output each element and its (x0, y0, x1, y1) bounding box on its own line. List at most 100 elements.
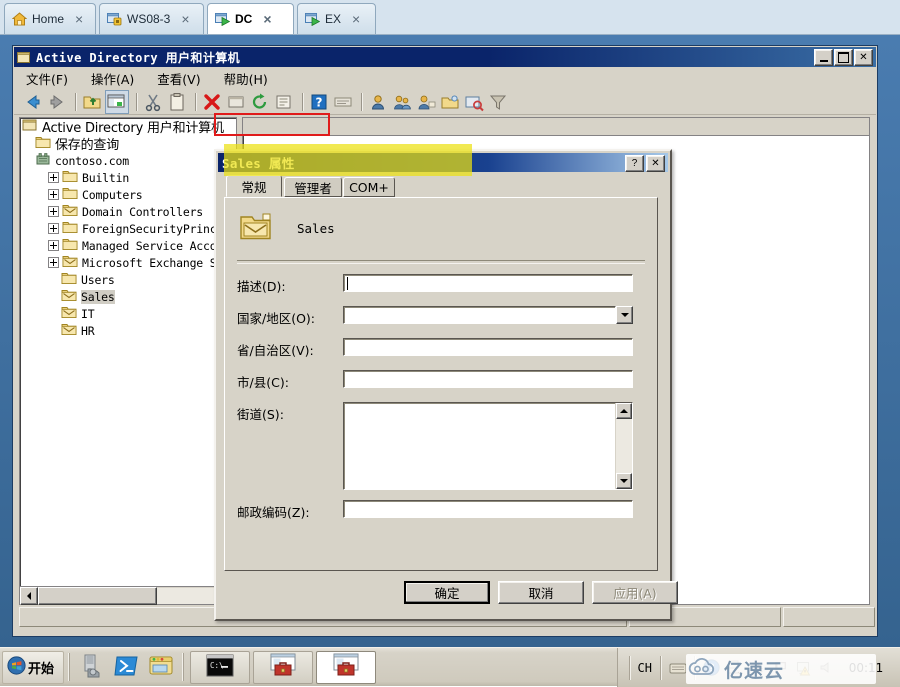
scroll-down-button[interactable] (616, 473, 632, 489)
tree-item-contoso-com[interactable]: contoso.com (20, 152, 236, 169)
window-icon[interactable] (332, 91, 354, 113)
description-input[interactable] (343, 274, 633, 292)
ime-indicator[interactable]: CH (638, 661, 652, 675)
close-icon[interactable]: × (349, 12, 363, 26)
tree-item-sales[interactable]: Sales (20, 288, 236, 305)
taskband-grip[interactable] (182, 653, 186, 681)
taskbtn-mmc-1[interactable] (253, 650, 313, 684)
ou-icon (61, 305, 77, 322)
tree-item-label: Microsoft Exchange Se (82, 255, 224, 270)
paste-icon[interactable] (166, 91, 188, 113)
quicklaunch-server-manager[interactable] (76, 651, 110, 684)
tree-item-active-directory[interactable]: Active Directory 用户和计算机 (20, 118, 236, 136)
help-button[interactable]: ? (625, 155, 644, 172)
tree-item-label: HR (81, 323, 95, 338)
browser-tab-ex[interactable]: EX × (297, 3, 376, 34)
help-icon[interactable]: ? (308, 91, 330, 113)
scroll-thumb[interactable] (38, 586, 157, 605)
province-input[interactable] (343, 338, 633, 356)
expand-toggle-icon[interactable] (48, 172, 59, 183)
street-textarea-content[interactable] (344, 403, 615, 489)
maximize-button[interactable] (834, 49, 853, 66)
scroll-up-button[interactable] (616, 403, 632, 419)
folder-icon (62, 220, 78, 237)
tree-item-builtin[interactable]: Builtin (20, 169, 236, 186)
forward-arrow-icon[interactable] (46, 91, 68, 113)
expand-toggle-icon[interactable] (48, 189, 59, 200)
quicklaunch-powershell[interactable] (110, 651, 144, 684)
dialog-window-buttons: ? ✕ (625, 155, 665, 172)
tree-item-managed-service-accou[interactable]: Managed Service Accou (20, 237, 236, 254)
back-arrow-icon[interactable] (22, 91, 44, 113)
mmc-title-bar[interactable]: Active Directory 用户和计算机 ✕ (14, 47, 876, 67)
scroll-track[interactable] (157, 587, 218, 604)
country-combo-value[interactable] (343, 306, 616, 324)
scroll-left-button[interactable] (20, 586, 38, 605)
delete-icon[interactable] (201, 91, 223, 113)
postal-input[interactable] (343, 500, 633, 518)
tree-item-users[interactable]: Users (20, 271, 236, 288)
tree-item-microsoft-exchange-se[interactable]: Microsoft Exchange Se (20, 254, 236, 271)
up-folder-icon[interactable] (81, 91, 103, 113)
start-button[interactable]: 开始 (2, 650, 64, 684)
tree-item-[interactable]: 保存的查询 (20, 135, 236, 153)
new-group-icon[interactable] (391, 91, 413, 113)
expand-toggle-icon[interactable] (48, 206, 59, 217)
close-button[interactable]: ✕ (854, 49, 873, 66)
expand-toggle-icon[interactable] (48, 257, 59, 268)
properties-icon[interactable] (225, 91, 247, 113)
new-user-icon[interactable] (367, 91, 389, 113)
tab-complus[interactable]: COM+ (343, 177, 395, 197)
console-tree-hscrollbar[interactable] (19, 586, 237, 605)
tab-managedby[interactable]: 管理者 (284, 177, 342, 197)
mmc-window-title: Active Directory 用户和计算机 (36, 50, 241, 65)
ou-large-icon (239, 212, 273, 245)
menu-action[interactable]: 操作(A) (91, 69, 134, 88)
new-contact-icon[interactable] (415, 91, 437, 113)
cancel-button[interactable]: 取消 (498, 581, 584, 604)
tree-item-it[interactable]: IT (20, 305, 236, 322)
browser-tab-home[interactable]: Home × (4, 3, 96, 34)
toolbar-grip[interactable] (68, 653, 72, 681)
menu-help[interactable]: 帮助(H) (224, 69, 268, 88)
street-vscrollbar[interactable] (615, 403, 632, 489)
mmc-app-icon (17, 51, 31, 64)
text-caret (347, 277, 348, 290)
country-combo[interactable] (343, 306, 633, 324)
ok-button[interactable]: 确定 (404, 581, 490, 604)
browser-tab-ws08-3[interactable]: WS08-3 × (99, 3, 204, 34)
tree-item-hr[interactable]: HR (20, 322, 236, 339)
filter-icon[interactable] (487, 91, 509, 113)
apply-button[interactable]: 应用(A) (592, 581, 678, 604)
console-tree-pane[interactable]: Active Directory 用户和计算机 保存的查询 contoso.com B… (19, 117, 237, 587)
city-input[interactable] (343, 370, 633, 388)
dialog-title-bar[interactable]: Sales 属性 ? ✕ (218, 153, 668, 172)
tree-item-foreignsecurityprincip[interactable]: ForeignSecurityPrincip (20, 220, 236, 237)
close-icon[interactable]: × (260, 12, 274, 26)
close-icon[interactable]: × (178, 12, 192, 26)
refresh-icon[interactable] (249, 91, 271, 113)
find-icon[interactable] (463, 91, 485, 113)
mmc-briefcase-icon (268, 653, 298, 682)
tab-general[interactable]: 常规 (226, 175, 282, 197)
tree-item-computers[interactable]: Computers (20, 186, 236, 203)
taskbtn-mmc-2[interactable] (316, 650, 376, 684)
expand-toggle-icon[interactable] (48, 240, 59, 251)
show-hide-console-tree-icon[interactable] (105, 89, 129, 114)
quicklaunch-explorer[interactable] (144, 651, 178, 684)
keyboard-icon[interactable] (668, 658, 687, 677)
tree-item-domain-controllers[interactable]: Domain Controllers (20, 203, 236, 220)
browser-tab-dc[interactable]: DC × (207, 3, 294, 34)
new-ou-icon[interactable] (439, 91, 461, 113)
export-list-icon[interactable] (273, 91, 295, 113)
menu-view[interactable]: 查看(V) (157, 69, 200, 88)
cut-icon[interactable] (142, 91, 164, 113)
chevron-down-icon[interactable] (616, 306, 633, 324)
taskbtn-cmd[interactable]: C:\ (190, 650, 250, 684)
menu-file[interactable]: 文件(F) (26, 69, 68, 88)
street-textarea[interactable] (343, 402, 633, 490)
minimize-button[interactable] (814, 49, 833, 66)
close-button[interactable]: ✕ (646, 155, 665, 172)
close-icon[interactable]: × (72, 12, 86, 26)
expand-toggle-icon[interactable] (48, 223, 59, 234)
